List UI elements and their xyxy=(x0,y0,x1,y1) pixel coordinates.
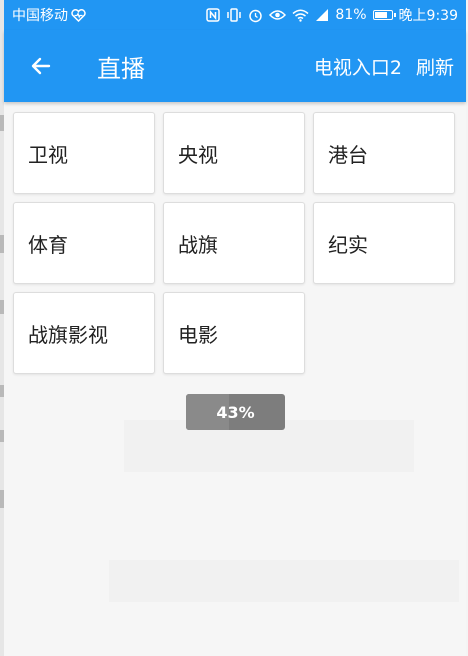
battery-percent: 81% xyxy=(335,7,367,23)
category-jishi[interactable]: 纪实 xyxy=(313,202,455,284)
signal-4g-icon xyxy=(316,9,329,21)
status-bar: 中国移动 81% 晚上9:39 xyxy=(4,0,466,30)
tv-entry-2-button[interactable]: 电视入口2 xyxy=(314,53,402,80)
refresh-button[interactable]: 刷新 xyxy=(416,53,454,80)
category-zhanqi-yingshi[interactable]: 战旗影视 xyxy=(13,292,155,374)
back-button[interactable] xyxy=(16,41,66,91)
wifi-icon xyxy=(292,9,309,22)
progress-label: 43% xyxy=(216,402,255,422)
battery-icon xyxy=(372,10,396,20)
category-weishi[interactable]: 卫视 xyxy=(13,112,155,194)
vibrate-icon xyxy=(227,8,242,22)
category-yangshi[interactable]: 央视 xyxy=(163,112,305,194)
loading-progress: 43% xyxy=(186,394,285,430)
heart-signal-icon xyxy=(71,8,86,22)
arrow-left-icon xyxy=(31,57,51,75)
carrier-label: 中国移动 xyxy=(12,8,68,24)
category-dianying[interactable]: 电影 xyxy=(163,292,305,374)
eye-comfort-icon xyxy=(269,10,287,20)
clock: 晚上9:39 xyxy=(398,8,458,24)
category-gangtai[interactable]: 港台 xyxy=(313,112,455,194)
page-title: 直播 xyxy=(97,54,145,83)
background-ghost xyxy=(109,560,459,602)
nfc-icon xyxy=(206,8,221,22)
app-toolbar: 直播 电视入口2 刷新 xyxy=(4,30,466,102)
category-grid: 卫视 央视 港台 体育 战旗 纪实 战旗影视 电影 xyxy=(13,112,457,374)
category-tiyu[interactable]: 体育 xyxy=(13,202,155,284)
alarm-icon xyxy=(249,9,263,22)
category-zhanqi[interactable]: 战旗 xyxy=(163,202,305,284)
live-tv-screen: 中国移动 81% 晚上9:39 直播 电视入口2 刷新 卫视 央视 港台 体育 … xyxy=(4,0,466,656)
